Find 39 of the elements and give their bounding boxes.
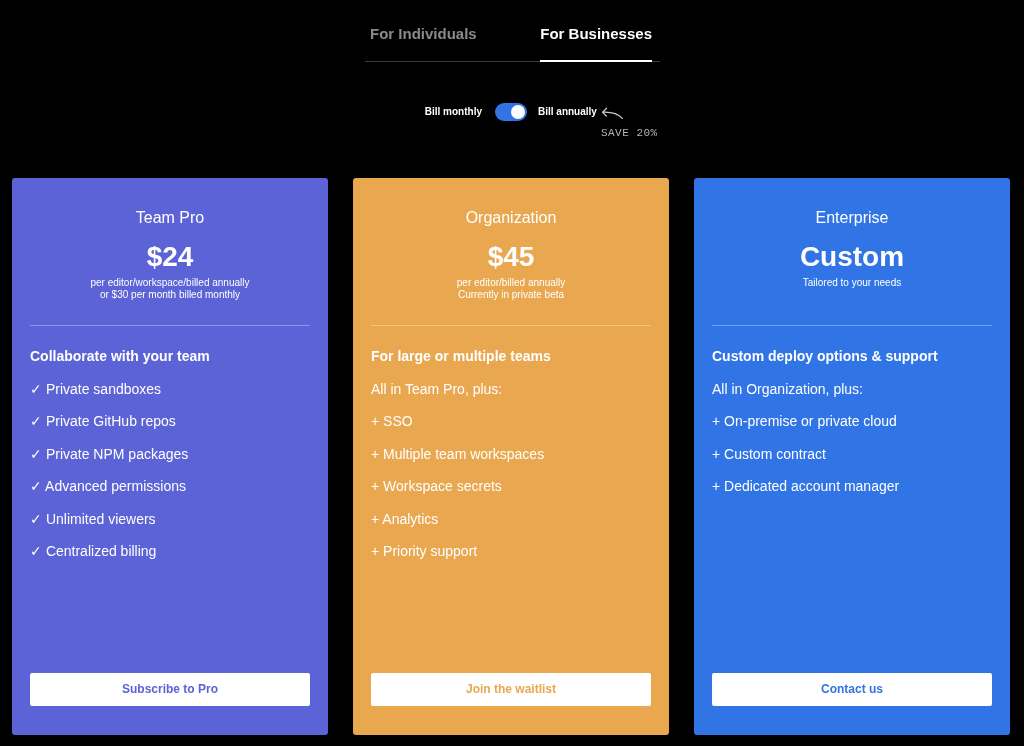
plan-price: Custom	[799, 241, 905, 273]
price-note: Tailored to your needs	[802, 277, 902, 289]
plan-name: Organization	[465, 208, 557, 228]
plan-heading: For large or multiple teams	[371, 347, 551, 366]
feature-item: + Custom contract	[712, 444, 826, 464]
feature-item: + Analytics	[371, 509, 439, 529]
plan-name: Team Pro	[135, 208, 205, 228]
feature-item: ✓ Unlimited viewers	[30, 509, 156, 529]
feature-item: ✓ Private sandboxes	[30, 379, 162, 399]
feature-item: + Dedicated account manager	[712, 477, 900, 496]
discount-note: SAVE 20%	[600, 127, 658, 140]
plan-price: $45	[487, 241, 535, 273]
price-note: per editor/billed annually	[456, 277, 566, 289]
feature-item: + On-premise or private cloud	[712, 412, 897, 431]
plan-heading: Collaborate with your team	[30, 347, 210, 366]
price-note: Currently in private beta	[457, 289, 565, 301]
price-note: per editor/workspace/billed annually	[90, 277, 250, 289]
feature-item: ✓ Private NPM packages	[30, 444, 189, 464]
plan-price: $24	[146, 241, 194, 273]
feature-item: ✓ Centralized billing	[30, 542, 157, 561]
plan-heading: Custom deploy options & support	[712, 347, 938, 366]
billing-label: Bill monthly	[424, 105, 482, 119]
feature-item: All in Organization, plus:	[712, 379, 863, 399]
plan-name: Enterprise	[815, 208, 889, 228]
feature-item: + Priority support	[371, 542, 478, 561]
feature-item: + Workspace secrets	[371, 477, 502, 496]
plan-button[interactable]: Subscribe to Pro	[30, 673, 310, 706]
feature-item: ✓ Advanced permissions	[30, 477, 186, 496]
curved-arrow-icon	[600, 107, 623, 119]
tab[interactable]: For Individuals	[370, 25, 477, 62]
feature-item: + SSO	[371, 412, 413, 431]
toggle-switch[interactable]	[495, 103, 527, 121]
plan-button[interactable]: Contact us	[712, 673, 992, 706]
price-note: or $30 per month billed monthly	[99, 289, 241, 301]
tab[interactable]: For Businesses	[540, 25, 652, 62]
billing-label: Bill annually	[538, 105, 597, 119]
feature-item: + Multiple team workspaces	[371, 444, 545, 464]
feature-item: All in Team Pro, plus:	[371, 379, 503, 399]
feature-item: ✓ Private GitHub repos	[30, 412, 176, 431]
